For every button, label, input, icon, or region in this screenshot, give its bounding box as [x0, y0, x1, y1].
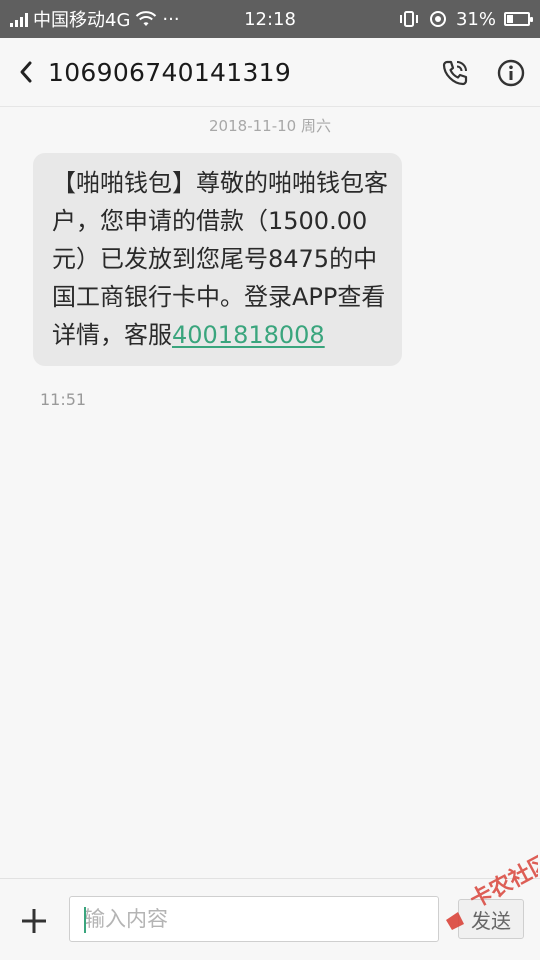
- message-list[interactable]: 2018-11-10 周六 【啪啪钱包】尊敬的啪啪钱包客户，您申请的借款（150…: [0, 107, 540, 877]
- details-button[interactable]: [492, 54, 530, 92]
- clock: 12:18: [244, 8, 296, 30]
- location-icon: [429, 11, 446, 27]
- wifi-icon: [136, 11, 157, 26]
- back-button[interactable]: [8, 52, 44, 92]
- message-input[interactable]: [69, 896, 439, 942]
- battery-percent: 31%: [455, 8, 496, 30]
- battery-icon: [504, 12, 533, 26]
- message-timestamp: 11:51: [40, 390, 87, 409]
- signal-icon: [10, 11, 28, 27]
- contact-title: 106906740141319: [48, 57, 292, 87]
- phone-icon: [442, 60, 468, 86]
- conversation-header: 106906740141319: [0, 38, 540, 107]
- compose-bar: 发送: [0, 878, 540, 960]
- chevron-left-icon: [20, 61, 32, 83]
- status-left: 中国移动4G ···: [10, 0, 180, 38]
- attach-button[interactable]: [14, 901, 54, 941]
- status-right: 31%: [398, 0, 533, 38]
- call-button[interactable]: [436, 54, 474, 92]
- carrier-label: 中国移动4G: [33, 10, 131, 31]
- vibrate-icon: [399, 11, 418, 27]
- sms-conversation-screen: 中国移动4G ··· 12:18 31% 106906740141319 201…: [0, 0, 540, 960]
- send-button[interactable]: 发送: [458, 899, 524, 939]
- phone-number-link[interactable]: 4001818008: [172, 321, 325, 349]
- status-bar: 中国移动4G ··· 12:18 31%: [0, 0, 540, 38]
- text-caret: [84, 907, 86, 933]
- plus-icon: [22, 909, 46, 933]
- incoming-message-bubble[interactable]: 【啪啪钱包】尊敬的啪啪钱包客户，您申请的借款（1500.00元）已发放到您尾号8…: [33, 153, 402, 366]
- date-divider: 2018-11-10 周六: [209, 117, 331, 135]
- battery-fill: [507, 15, 513, 23]
- info-icon: [497, 59, 525, 87]
- overflow-dots: ···: [162, 8, 180, 30]
